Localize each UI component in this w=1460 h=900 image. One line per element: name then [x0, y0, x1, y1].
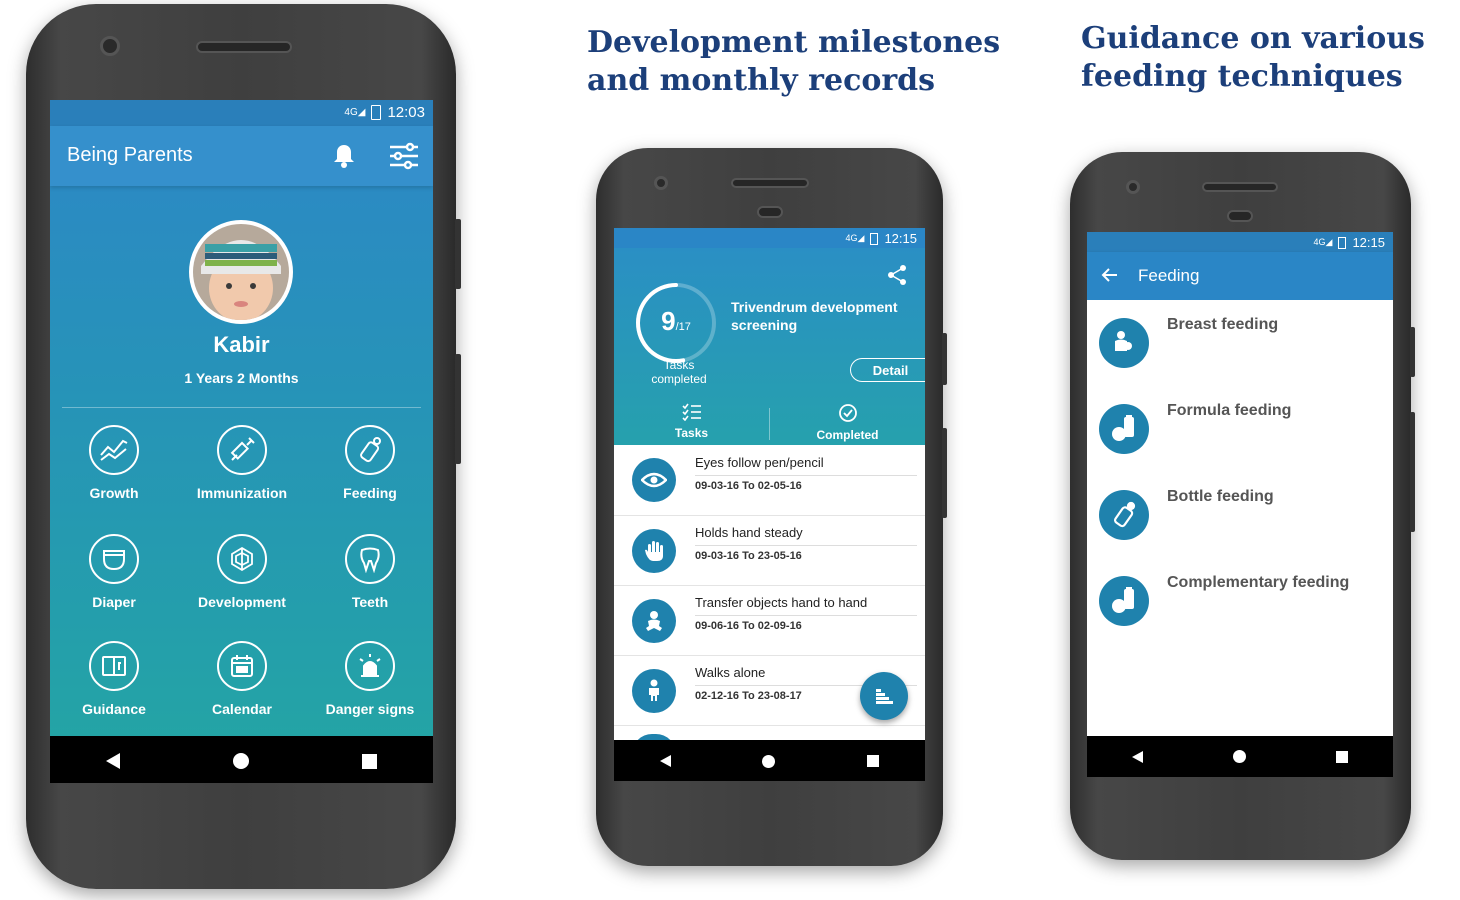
back-arrow-icon[interactable] [1101, 266, 1119, 289]
phone-home: 4G◢ 12:03 Being Parents Kabir 1 Years 2 … [26, 4, 461, 889]
nav-recent-icon[interactable] [361, 753, 377, 769]
breast-feeding-icon [1099, 318, 1149, 368]
screening-header: 9/17 Tasks completed Trivendrum developm… [614, 248, 925, 445]
screening-title: Trivendrum development screening [731, 299, 898, 333]
list-item-formula-feeding[interactable]: Formula feeding [1087, 386, 1393, 473]
front-camera [100, 36, 120, 56]
signal-4g-icon: 4G◢ [344, 107, 366, 118]
nav-bar [1087, 736, 1393, 777]
grid-calendar[interactable]: Calendar [178, 641, 306, 717]
grid-guidance[interactable]: Guidance [50, 641, 178, 717]
nav-home-icon[interactable] [762, 754, 776, 768]
task-row[interactable]: Transfer objects hand to hand 09-06-16 T… [614, 586, 925, 656]
development-screen: 4G◢ 12:15 9/17 Tasks completed Trivendru… [614, 228, 925, 781]
hand-icon [632, 529, 676, 573]
feeding-screen: 4G◢ 12:15 Feeding Breast feeding Formula… [1087, 232, 1393, 777]
complementary-feeding-icon [1099, 576, 1149, 626]
baby-sitting-icon [632, 599, 676, 643]
child-name: Kabir [213, 332, 270, 357]
home-screen: 4G◢ 12:03 Being Parents Kabir 1 Years 2 … [50, 100, 433, 783]
battery-icon [1338, 236, 1347, 249]
avatar[interactable] [189, 220, 293, 324]
status-bar: 4G◢ 12:03 [50, 100, 433, 126]
calendar-icon [217, 641, 267, 691]
feeding-app-bar: Feeding [1087, 252, 1393, 300]
share-icon[interactable] [886, 264, 908, 291]
list-item-bottle-feeding[interactable]: Bottle feeding [1087, 472, 1393, 559]
signal-4g-icon: 4G◢ [1313, 237, 1333, 247]
bars-icon [876, 689, 893, 704]
grid-danger-signs[interactable]: Danger signs [306, 641, 433, 717]
battery-icon [371, 105, 382, 120]
speaker [1202, 182, 1278, 192]
heading-feeding: Guidance on various feeding techniques [1081, 21, 1425, 94]
bottle-icon [345, 425, 395, 475]
sensor [1227, 210, 1253, 222]
app-title: Being Parents [67, 144, 193, 166]
feeding-title: Feeding [1138, 266, 1200, 285]
book-icon [89, 641, 139, 691]
progress-caption: Tasks completed [651, 358, 707, 386]
progress-ring: 9/17 [634, 281, 718, 365]
grid-development[interactable]: Development [178, 534, 306, 610]
phone-feeding: 4G◢ 12:15 Feeding Breast feeding Formula… [1070, 152, 1415, 860]
nav-recent-icon[interactable] [1336, 750, 1348, 763]
divider [62, 407, 421, 408]
nav-bar [50, 736, 433, 783]
grid-immunization[interactable]: Immunization [178, 425, 306, 501]
sensor [757, 206, 783, 218]
nav-back-icon[interactable] [659, 755, 671, 767]
baby-walking-icon [632, 669, 676, 713]
task-row[interactable]: Eyes follow pen/pencil 09-03-16 To 02-05… [614, 445, 925, 515]
diaper-icon [89, 534, 139, 584]
timeline-fab[interactable] [860, 672, 908, 720]
eye-icon [632, 458, 676, 502]
task-row[interactable]: Holds hand steady 09-03-16 To 23-05-16 [614, 516, 925, 586]
tab-completed[interactable]: Completed [770, 403, 925, 442]
phone-development: 4G◢ 12:15 9/17 Tasks completed Trivendru… [596, 148, 947, 866]
nav-home-icon[interactable] [232, 753, 249, 769]
heading-development: Development milestones and monthly recor… [587, 25, 1001, 98]
front-camera [654, 176, 668, 190]
grid-growth[interactable]: Growth [50, 425, 178, 501]
checklist-icon [681, 403, 701, 422]
grid-teeth[interactable]: Teeth [306, 534, 433, 610]
status-time: 12:15 [884, 231, 917, 246]
speaker [731, 178, 809, 188]
status-bar: 4G◢ 12:15 [1087, 232, 1393, 252]
nav-recent-icon[interactable] [867, 755, 880, 767]
list-item-complementary-feeding[interactable]: Complementary feeding [1087, 558, 1393, 644]
syringe-icon [217, 425, 267, 475]
growth-chart-icon [89, 425, 139, 475]
grid-diaper[interactable]: Diaper [50, 534, 178, 610]
nav-home-icon[interactable] [1233, 750, 1246, 763]
speaker [196, 41, 292, 53]
filter-settings-icon[interactable] [388, 140, 420, 172]
status-time: 12:15 [1352, 235, 1385, 250]
bell-icon[interactable] [330, 142, 358, 170]
check-circle-icon [838, 404, 857, 422]
signal-4g-icon: 4G◢ [845, 233, 865, 243]
bottle-feeding-icon [1099, 490, 1149, 540]
nav-back-icon[interactable] [1132, 750, 1143, 763]
nav-back-icon[interactable] [106, 753, 121, 769]
front-camera [1126, 180, 1140, 194]
tooth-icon [345, 534, 395, 584]
grid-feeding[interactable]: Feeding [306, 425, 433, 501]
progress-total: /17 [675, 321, 691, 333]
formula-feeding-icon [1099, 404, 1149, 454]
battery-icon [870, 232, 879, 245]
status-bar: 4G◢ 12:15 [614, 228, 925, 248]
nav-bar [614, 740, 925, 781]
tab-tasks[interactable]: Tasks [614, 403, 769, 440]
development-icon [217, 534, 267, 584]
detail-button[interactable]: Detail [850, 358, 925, 382]
list-item-breast-feeding[interactable]: Breast feeding [1087, 300, 1393, 387]
siren-icon [345, 641, 395, 691]
progress-done: 9 [661, 306, 676, 336]
child-age: 1 Years 2 Months [184, 370, 299, 386]
app-bar: Being Parents [50, 126, 433, 186]
status-time: 12:03 [387, 104, 425, 121]
